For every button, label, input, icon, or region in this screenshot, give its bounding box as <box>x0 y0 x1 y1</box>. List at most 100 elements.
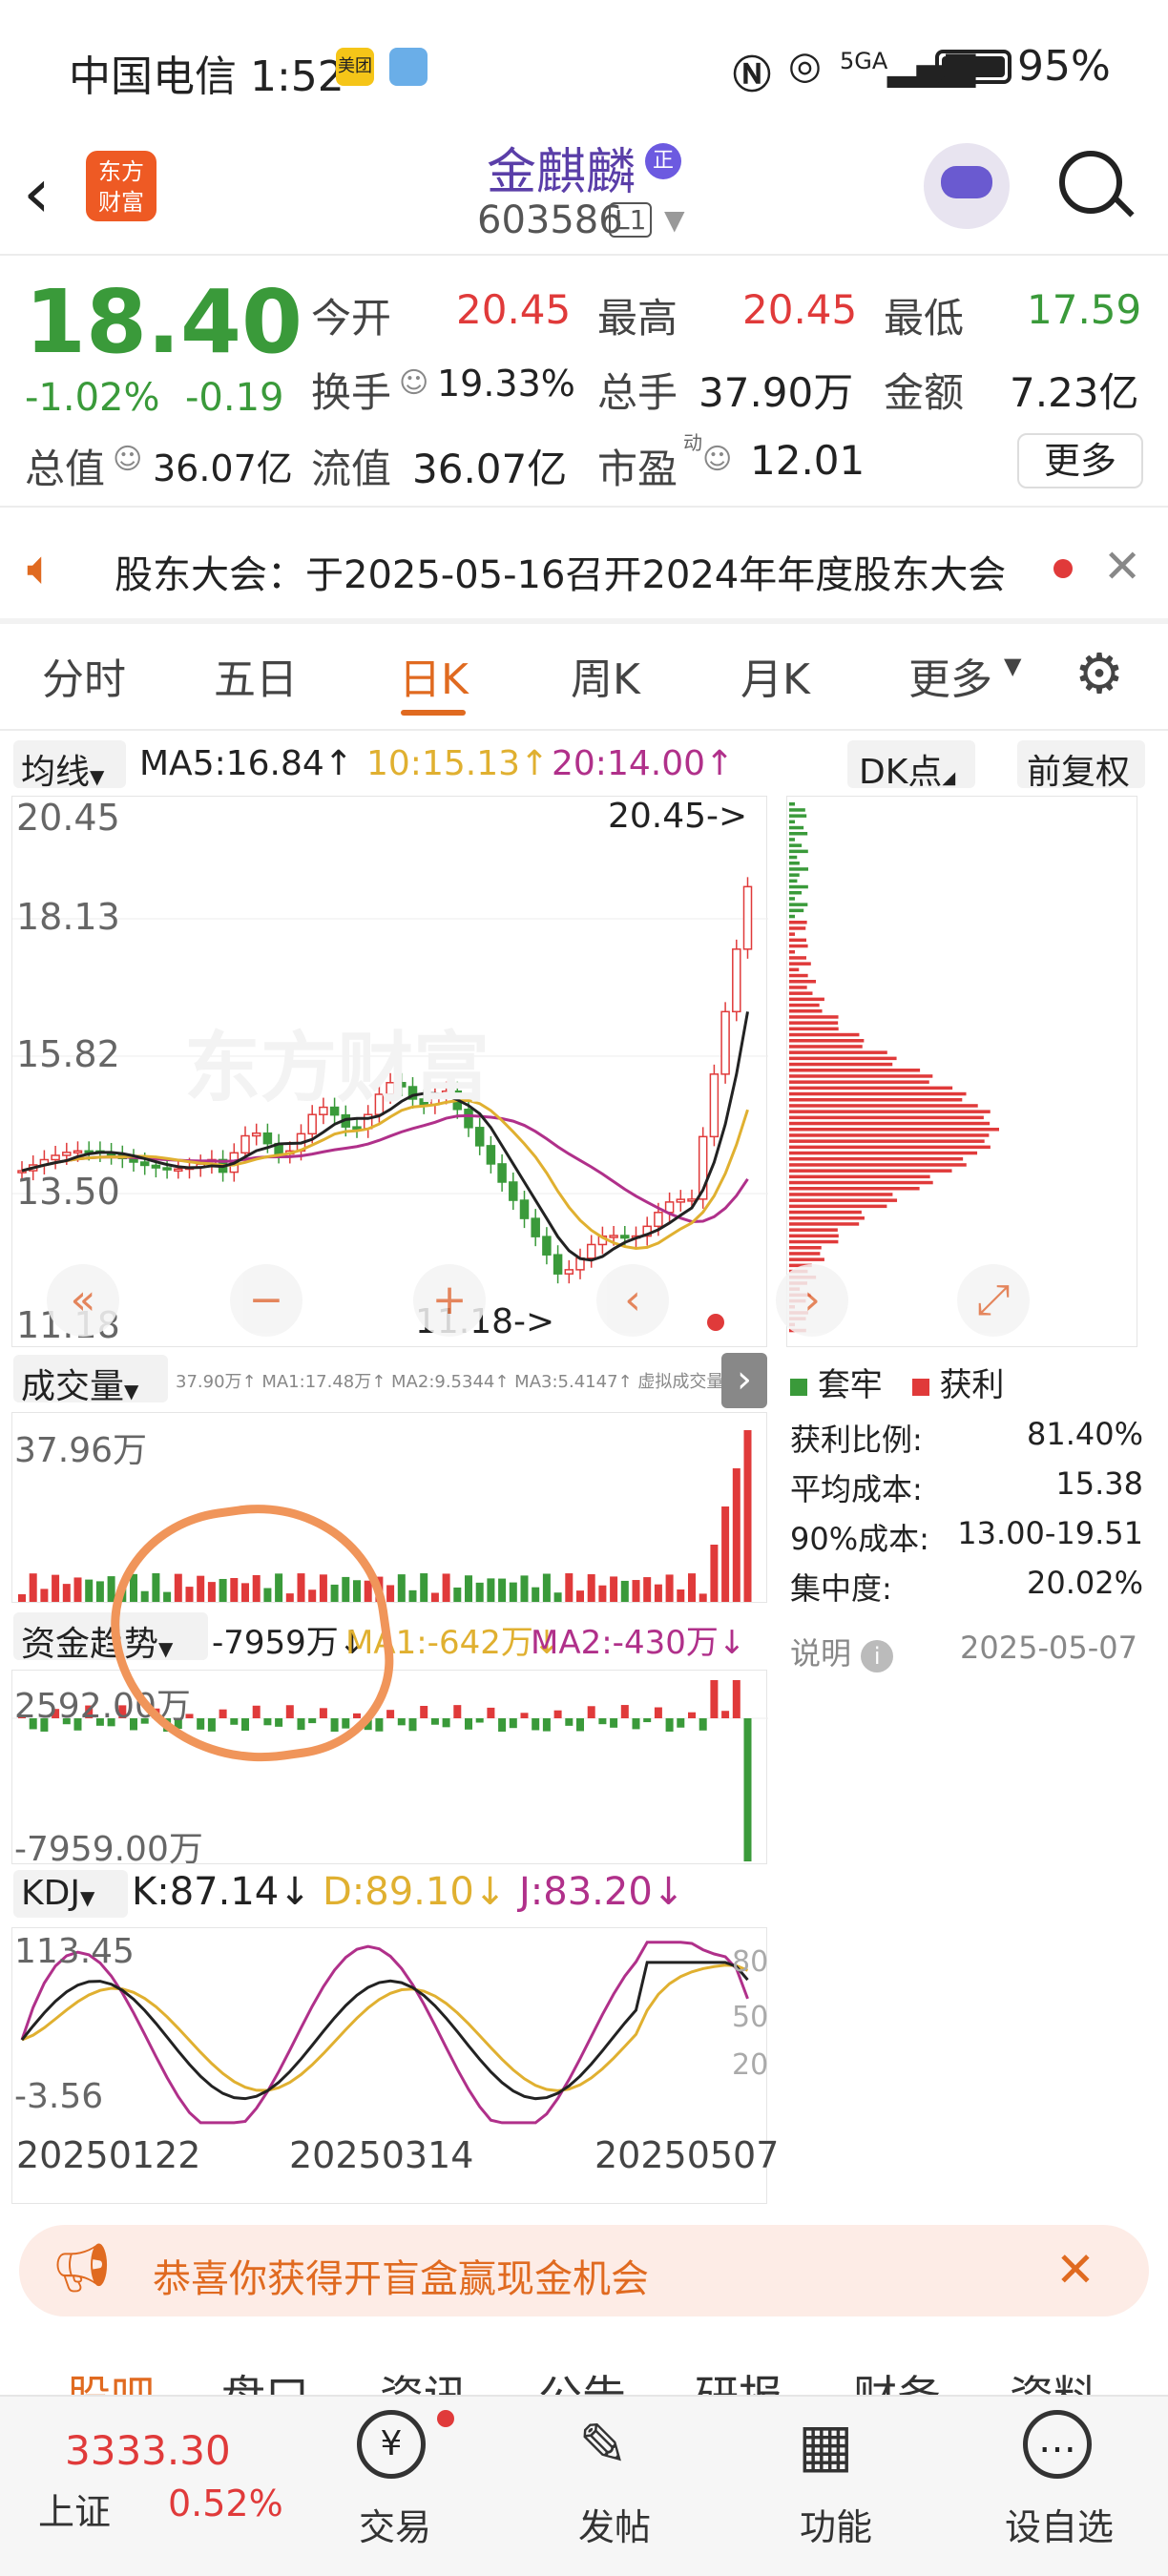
robot-avatar[interactable] <box>924 143 1010 229</box>
chip-row-value: 15.38 <box>1055 1465 1143 1502</box>
candle-body <box>486 1145 496 1165</box>
scroll-left-fast-icon[interactable]: « <box>47 1264 119 1337</box>
scroll-left-icon[interactable]: ‹ <box>596 1264 669 1337</box>
chip-bar <box>789 956 806 960</box>
capital-bar <box>598 1718 607 1725</box>
close-icon[interactable]: ✕ <box>1103 540 1141 593</box>
level-badge[interactable]: L1 <box>609 202 653 238</box>
detail-tabs: 股吧 盘口 资讯 公告 研报 财务 资料 <box>0 2357 1168 2395</box>
post-label[interactable]: 发帖 <box>538 2498 691 2550</box>
capital-bottom-tick: -7959.00万 <box>14 1830 203 1869</box>
tab-monthly-k[interactable]: 月K <box>740 645 810 706</box>
unread-dot <box>1053 559 1073 578</box>
index-change[interactable]: 0.52% <box>168 2483 283 2524</box>
tab-weekly-k[interactable]: 周K <box>571 645 640 706</box>
chip-bar <box>789 1056 897 1061</box>
tab-five-day[interactable]: 五日 <box>214 645 298 706</box>
tab-pankou[interactable]: 盘口 <box>221 2362 309 2395</box>
chip-row-label: 90%成本: <box>790 1521 929 1557</box>
adjust-button[interactable]: 前复权 <box>1017 740 1145 792</box>
volume-bar <box>587 1574 595 1602</box>
volume-bar <box>542 1573 551 1602</box>
kdj-chart[interactable]: 113.45 -3.56 80 50 20 20250122 20250314 … <box>11 1927 779 2204</box>
chip-bar <box>789 1174 930 1179</box>
volume-bar <box>442 1573 450 1602</box>
info-icon[interactable]: ☺ <box>399 366 428 400</box>
kdj-select[interactable]: KDJ▼ <box>13 1870 128 1918</box>
close-icon[interactable]: ✕ <box>1055 2242 1095 2297</box>
app-logo[interactable]: 东方 财富 <box>86 151 156 221</box>
volume-bar <box>654 1584 662 1602</box>
candle-body <box>720 1010 730 1075</box>
dk-point-select[interactable]: DK点◢ <box>847 740 975 792</box>
function-label[interactable]: 功能 <box>760 2498 912 2550</box>
more-dots-icon[interactable]: … <box>1023 2410 1092 2479</box>
tab-finance[interactable]: 财务 <box>853 2362 941 2395</box>
tab-announcement[interactable]: 公告 <box>538 2362 626 2395</box>
kline-chart[interactable]: 东方财富 20.45 18.13 15.82 13.50 11.18 20.45… <box>11 796 768 1347</box>
index-name[interactable]: 上证 <box>38 2483 111 2535</box>
scroll-right-icon[interactable]: › <box>776 1264 848 1337</box>
volume-bar <box>710 1545 719 1602</box>
chip-bar <box>789 1139 985 1143</box>
tab-research[interactable]: 研报 <box>695 2362 782 2395</box>
edit-icon[interactable]: ✎ <box>578 2410 628 2480</box>
capital-bar <box>532 1718 540 1731</box>
trade-label[interactable]: 交易 <box>319 2498 471 2550</box>
capital-bar <box>453 1705 462 1718</box>
chip-note-label: 说明 <box>790 1635 852 1672</box>
tab-intraday[interactable]: 分时 <box>42 645 126 706</box>
info-icon[interactable]: ☺ <box>113 443 142 476</box>
back-icon[interactable]: ‹ <box>23 153 51 233</box>
chip-bar <box>789 1163 967 1167</box>
chip-bar <box>789 1246 822 1250</box>
volume-bar <box>598 1585 607 1602</box>
more-button[interactable]: 更多 <box>1017 433 1143 488</box>
status-bar: 中国电信 1:52 美团 Ⓝ ◎ 5GA ▂▄▆ 95% <box>0 0 1168 134</box>
promo-text[interactable]: 恭喜你获得开盲盒赢现金机会 <box>153 2248 649 2303</box>
kdj-right-tick: 50 <box>732 2001 769 2034</box>
chip-note[interactable]: 说明 i <box>790 1630 894 1673</box>
candle-body <box>620 1235 630 1239</box>
active-tab-indicator <box>401 710 466 716</box>
zoom-in-icon[interactable]: + <box>413 1264 486 1337</box>
tab-more[interactable]: 更多 <box>908 645 992 706</box>
volume-select[interactable]: 成交量▼ <box>13 1355 168 1406</box>
legend-profit: 获利 <box>939 1366 1005 1404</box>
capital-trend-chart[interactable]: 2592.00万 -7959.00万 <box>11 1670 768 1869</box>
tab-guba[interactable]: 股吧 <box>67 2362 155 2395</box>
grid-icon[interactable]: ▦ <box>798 2410 854 2480</box>
chip-distribution-chart[interactable]: › ⤢ <box>776 796 1137 1347</box>
search-icon[interactable] <box>1059 151 1135 218</box>
info-icon[interactable]: i <box>861 1640 894 1672</box>
expand-icon[interactable]: ⤢ <box>957 1264 1030 1337</box>
trade-icon[interactable]: ¥ <box>357 2410 426 2479</box>
watchlist-label[interactable]: 设自选 <box>983 2498 1136 2550</box>
tab-news[interactable]: 资讯 <box>380 2362 468 2395</box>
capital-bar <box>397 1718 406 1726</box>
tab-profile[interactable]: 资料 <box>1010 2362 1097 2395</box>
volume-bar <box>732 1468 740 1602</box>
capital-bar <box>654 1707 662 1718</box>
chip-bar <box>789 873 800 877</box>
tab-daily-k[interactable]: 日K <box>399 645 469 706</box>
chip-bar <box>789 973 808 978</box>
notification-dot <box>437 2410 454 2427</box>
ma5-value: MA5:16.84↑ <box>139 744 353 783</box>
index-value[interactable]: 3333.30 <box>65 2427 231 2474</box>
gear-icon[interactable]: ⚙ <box>1074 641 1124 706</box>
capital-bar <box>487 1707 495 1718</box>
ma-select[interactable]: 均线▼ <box>13 740 126 792</box>
candle-body <box>742 885 753 950</box>
promo-banner[interactable]: 📢︎ 恭喜你获得开盲盒赢现金机会 ✕ <box>19 2225 1149 2316</box>
capital-bar <box>587 1706 595 1718</box>
zoom-out-icon[interactable]: − <box>230 1264 302 1337</box>
chip-bar <box>789 1234 839 1238</box>
info-icon[interactable]: ☺ <box>702 443 732 476</box>
collapse-arrow-icon[interactable]: › <box>721 1353 767 1408</box>
capital-bar <box>408 1718 417 1732</box>
notice-text[interactable]: 股东大会：于2025-05-16召开2024年年度股东大会 <box>115 544 1006 599</box>
chip-bar <box>789 867 809 871</box>
chevron-down-icon[interactable]: ▼ <box>664 204 685 236</box>
candle-body <box>732 948 741 1013</box>
